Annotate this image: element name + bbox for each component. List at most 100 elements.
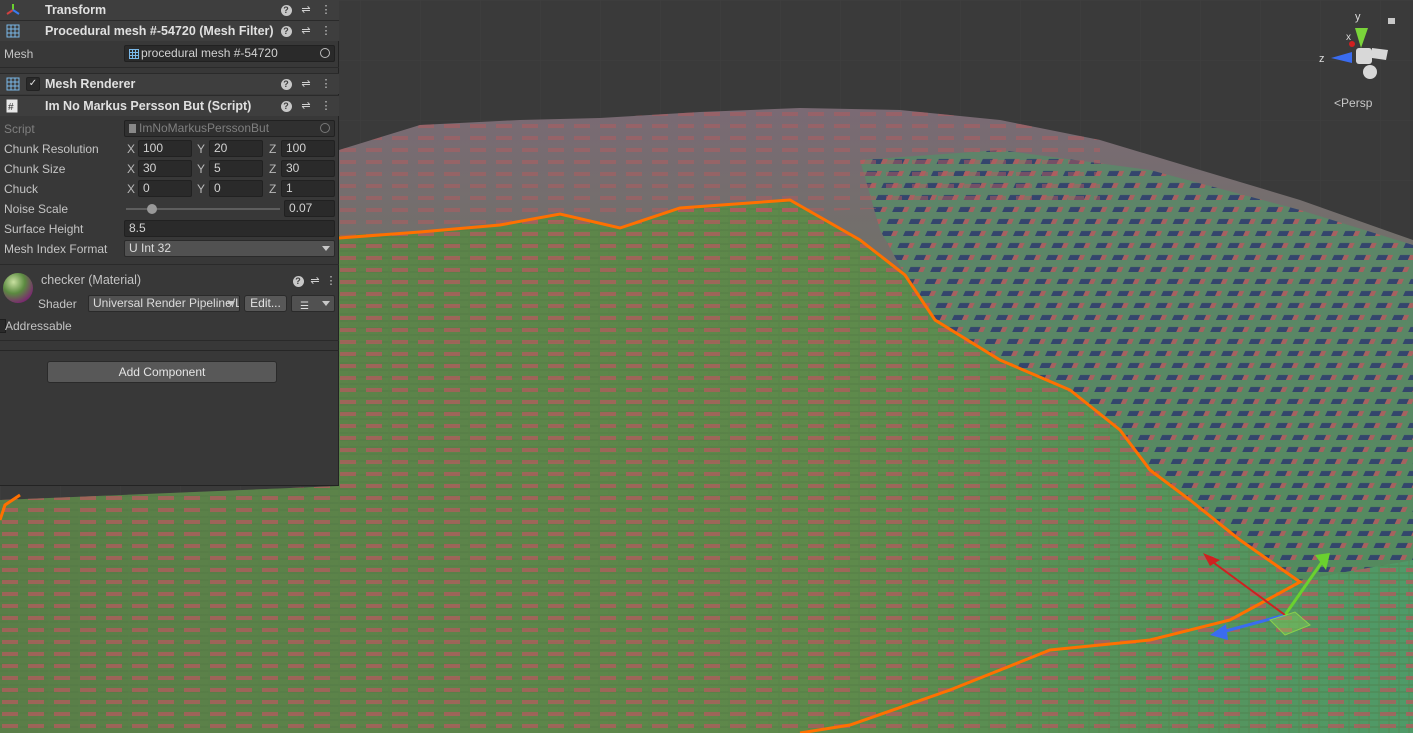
mesh-renderer-header[interactable]: ✓ Mesh Renderer ? ⇌ ⋮: [0, 73, 339, 94]
y-axis-label: Y: [197, 142, 206, 156]
chevron-down-icon: [227, 301, 235, 306]
script-asset-icon: [129, 124, 136, 133]
x-axis-label: X: [127, 142, 136, 156]
persp-label[interactable]: <Persp: [1334, 96, 1372, 110]
script-row: Script ImNoMarkusPerssonBut: [0, 119, 339, 139]
lock-icon[interactable]: [1388, 18, 1395, 24]
more-icon[interactable]: ⋮: [319, 3, 333, 17]
mesh-index-format-value: U Int 32: [129, 241, 172, 255]
gizmo-y-label: y: [1355, 11, 1361, 23]
separator: [0, 67, 339, 68]
transform-icon: [6, 3, 20, 17]
material-section: checker (Material) ? ⇌ ⋮ Shader Universa…: [0, 266, 339, 316]
z-axis-label: Z: [269, 142, 277, 156]
mesh-label: Mesh: [4, 47, 34, 61]
mesh-row: Mesh procedural mesh #-54720: [0, 44, 339, 64]
chunk-resolution-label: Chunk Resolution: [4, 142, 99, 156]
surface-height-field[interactable]: 8.5: [124, 220, 335, 237]
chevron-down-icon: [322, 301, 330, 306]
chuck-y-field[interactable]: 0: [209, 180, 263, 197]
preset-icon[interactable]: ⇌: [299, 24, 313, 38]
mesh-index-format-row: Mesh Index Format U Int 32: [0, 239, 339, 259]
noise-scale-slider-handle[interactable]: [147, 204, 158, 214]
mesh-index-format-dropdown[interactable]: U Int 32: [124, 240, 335, 257]
addressable-label: Addressable: [5, 319, 72, 333]
chunk-resolution-y-field[interactable]: 20: [209, 140, 263, 157]
more-icon[interactable]: ⋮: [319, 77, 333, 91]
surface-height-row: Surface Height 8.5: [0, 219, 339, 239]
object-picker-icon[interactable]: [320, 48, 330, 58]
noise-scale-label: Noise Scale: [4, 202, 69, 216]
gizmo-x-label: x: [1346, 32, 1351, 43]
mesh-index-format-label: Mesh Index Format: [4, 242, 108, 256]
view-mode-text: Persp: [1341, 96, 1373, 110]
chunk-size-x-field[interactable]: 30: [138, 160, 192, 177]
mesh-filter-header[interactable]: Procedural mesh #-54720 (Mesh Filter) ? …: [0, 20, 339, 41]
mesh-value: procedural mesh #-54720: [141, 46, 278, 60]
mesh-filter-icon: [6, 24, 20, 41]
script-header[interactable]: # Im No Markus Persson But (Script) ? ⇌ …: [0, 95, 339, 116]
edit-shader-button[interactable]: Edit...: [244, 295, 287, 312]
chunk-size-z-field[interactable]: 30: [281, 160, 335, 177]
preset-icon[interactable]: ⇌: [299, 77, 313, 91]
transform-title: Transform: [45, 3, 107, 17]
preset-icon[interactable]: ⇌: [299, 3, 313, 17]
object-picker-icon: [320, 123, 330, 133]
noise-scale-field[interactable]: 0.07: [284, 200, 335, 217]
separator: [0, 264, 339, 265]
help-icon[interactable]: ?: [279, 77, 293, 91]
list-icon: ☰: [300, 301, 309, 312]
shader-menu-dropdown[interactable]: ☰: [291, 295, 335, 312]
svg-text:#: #: [8, 102, 14, 113]
mesh-renderer-icon: [6, 77, 20, 94]
gizmo-z-label: z: [1319, 53, 1325, 65]
surface-height-label: Surface Height: [4, 222, 84, 236]
preset-icon[interactable]: ⇌: [308, 274, 322, 288]
script-field: ImNoMarkusPerssonBut: [124, 120, 335, 137]
chuck-row: Chuck X 0 Y 0 Z 1: [0, 179, 339, 199]
y-axis-label: Y: [197, 182, 206, 196]
mesh-filter-title: Procedural mesh #-54720 (Mesh Filter): [45, 24, 273, 38]
material-sphere-icon[interactable]: [3, 273, 33, 303]
help-icon[interactable]: ?: [291, 274, 305, 288]
shader-label: Shader: [38, 297, 77, 311]
mesh-asset-icon: [129, 48, 139, 61]
chunk-size-y-field[interactable]: 5: [209, 160, 263, 177]
chunk-resolution-row: Chunk Resolution X 100 Y 20 Z 100: [0, 139, 339, 159]
chuck-label: Chuck: [4, 182, 39, 196]
chevron-down-icon: [322, 246, 330, 251]
chunk-resolution-z-field[interactable]: 100: [281, 140, 335, 157]
shader-value: Universal Render Pipeline/Lit: [93, 296, 240, 310]
more-icon[interactable]: ⋮: [319, 99, 333, 113]
chuck-z-field[interactable]: 1: [281, 180, 335, 197]
noise-scale-row: Noise Scale 0.07: [0, 199, 339, 219]
more-icon[interactable]: ⋮: [324, 274, 338, 288]
preset-icon[interactable]: ⇌: [299, 99, 313, 113]
z-axis-label: Z: [269, 162, 277, 176]
shader-dropdown[interactable]: Universal Render Pipeline/Lit: [88, 295, 240, 312]
mesh-renderer-enabled-checkbox[interactable]: ✓: [26, 77, 40, 91]
z-axis-label: Z: [269, 182, 277, 196]
chunk-size-row: Chunk Size X 30 Y 5 Z 30: [0, 159, 339, 179]
x-axis-label: X: [127, 182, 136, 196]
help-icon[interactable]: ?: [279, 24, 293, 38]
addressable-toggle[interactable]: Addressable: [0, 318, 339, 334]
help-icon[interactable]: ?: [279, 3, 293, 17]
more-icon[interactable]: ⋮: [319, 24, 333, 38]
material-title: checker (Material): [41, 273, 142, 287]
script-icon: #: [6, 99, 18, 116]
transform-header[interactable]: Transform ? ⇌ ⋮: [0, 0, 339, 20]
help-icon[interactable]: ?: [279, 99, 293, 113]
mesh-renderer-title: Mesh Renderer: [45, 77, 136, 91]
mesh-field[interactable]: procedural mesh #-54720: [124, 45, 335, 62]
y-axis-label: Y: [197, 162, 206, 176]
chunk-size-label: Chunk Size: [4, 162, 66, 176]
script-value: ImNoMarkusPerssonBut: [139, 121, 270, 135]
separator: [0, 350, 339, 351]
inspector-panel: Transform ? ⇌ ⋮ Procedural mesh #-54720 …: [0, 0, 339, 486]
x-axis-label: X: [127, 162, 136, 176]
chuck-x-field[interactable]: 0: [138, 180, 192, 197]
script-label: Script: [4, 122, 35, 136]
add-component-button[interactable]: Add Component: [47, 361, 277, 383]
chunk-resolution-x-field[interactable]: 100: [138, 140, 192, 157]
